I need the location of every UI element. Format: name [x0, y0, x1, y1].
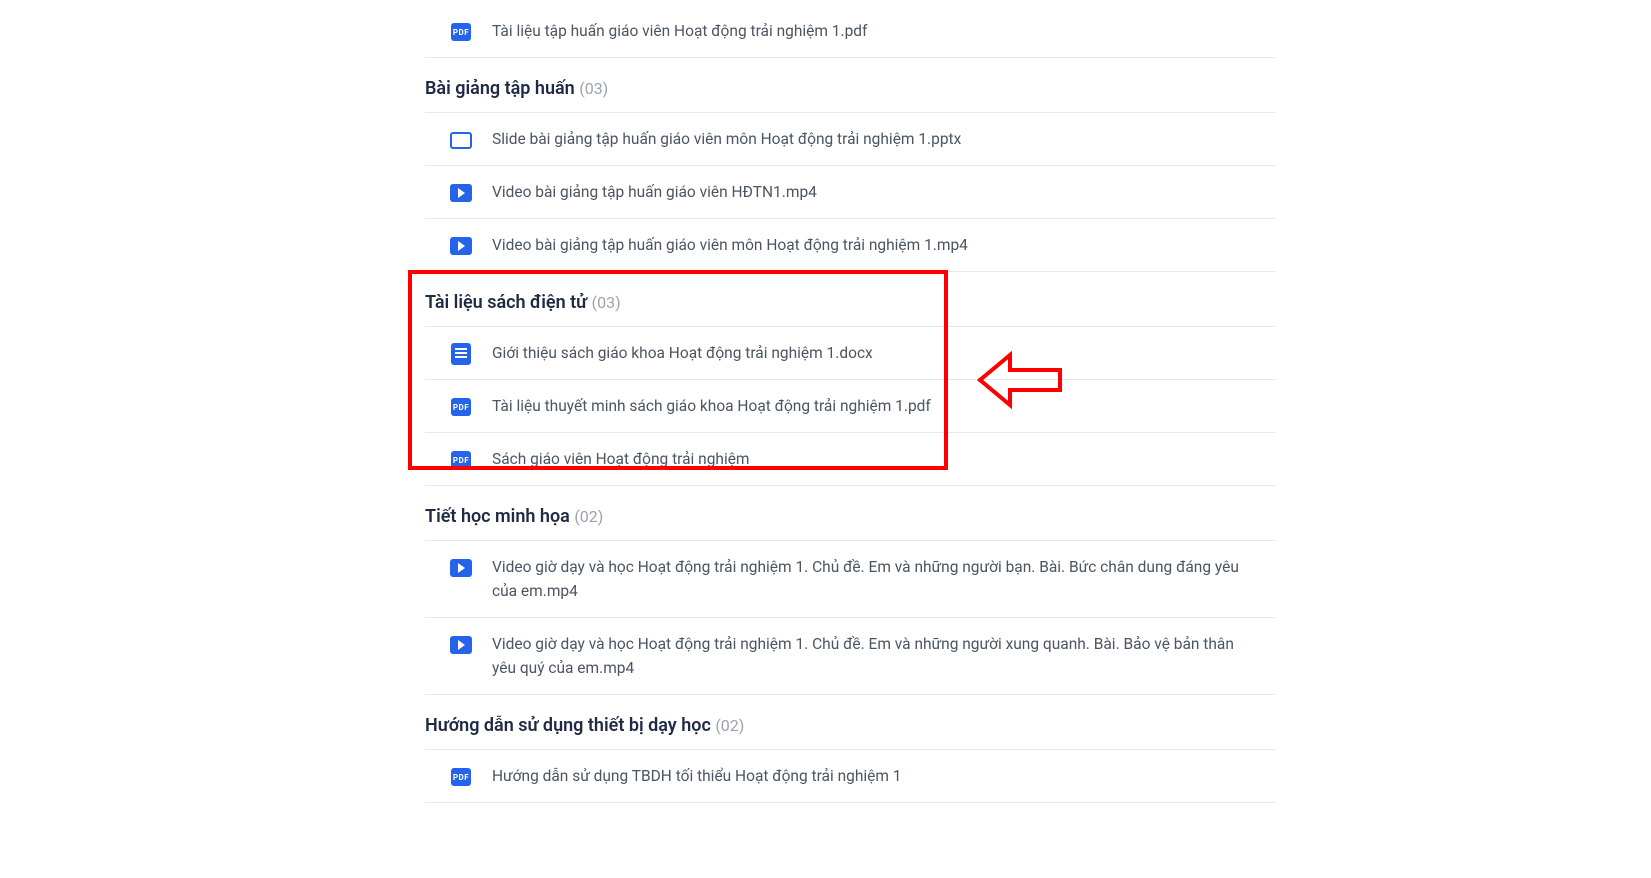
pdf-icon: PDF — [450, 396, 472, 418]
document-list: PDF Tài liệu tập huấn giáo viên Hoạt độn… — [425, 5, 1275, 803]
file-item[interactable]: PDF Tài liệu tập huấn giáo viên Hoạt độn… — [425, 5, 1275, 58]
pdf-icon: PDF — [450, 21, 472, 43]
file-label: Video bài giảng tập huấn giáo viên môn H… — [492, 233, 968, 257]
video-icon — [450, 182, 472, 204]
section-header: Tài liệu sách điện tử (03) — [425, 272, 1275, 327]
section-count: (03) — [592, 293, 621, 312]
file-label: Sách giáo viên Hoạt động trải nghiệm — [492, 447, 750, 471]
section-title-text: Bài giảng tập huấn — [425, 78, 575, 99]
file-item[interactable]: PDF Hướng dẫn sử dụng TBDH tối thiểu Hoạ… — [425, 750, 1275, 803]
file-label: Slide bài giảng tập huấn giáo viên môn H… — [492, 127, 961, 151]
video-icon — [450, 634, 472, 656]
section-count: (02) — [574, 507, 603, 526]
file-item[interactable]: PDF Sách giáo viên Hoạt động trải nghiệm — [425, 433, 1275, 486]
file-label: Tài liệu thuyết minh sách giáo khoa Hoạt… — [492, 394, 931, 418]
file-item[interactable]: Video giờ dạy và học Hoạt động trải nghi… — [425, 541, 1275, 618]
file-item[interactable]: PDF Tài liệu thuyết minh sách giáo khoa … — [425, 380, 1275, 433]
pdf-icon: PDF — [450, 766, 472, 788]
section-title-text: Hướng dẫn sử dụng thiết bị dạy học — [425, 715, 711, 736]
section-title-text: Tài liệu sách điện tử — [425, 292, 587, 313]
section-header: Bài giảng tập huấn (03) — [425, 58, 1275, 113]
file-item[interactable]: Video giờ dạy và học Hoạt động trải nghi… — [425, 618, 1275, 695]
file-item[interactable]: Slide bài giảng tập huấn giáo viên môn H… — [425, 113, 1275, 166]
section-title-text: Tiết học minh họa — [425, 506, 570, 527]
pdf-icon: PDF — [450, 449, 472, 471]
file-label: Video giờ dạy và học Hoạt động trải nghi… — [492, 632, 1260, 680]
doc-icon — [450, 343, 472, 365]
file-label: Video bài giảng tập huấn giáo viên HĐTN1… — [492, 180, 817, 204]
file-item[interactable]: Video bài giảng tập huấn giáo viên HĐTN1… — [425, 166, 1275, 219]
section-count: (03) — [579, 79, 608, 98]
video-icon — [450, 235, 472, 257]
section-header: Hướng dẫn sử dụng thiết bị dạy học (02) — [425, 695, 1275, 750]
file-item[interactable]: Giới thiệu sách giáo khoa Hoạt động trải… — [425, 327, 1275, 380]
video-icon — [450, 557, 472, 579]
file-label: Video giờ dạy và học Hoạt động trải nghi… — [492, 555, 1260, 603]
file-label: Hướng dẫn sử dụng TBDH tối thiểu Hoạt độ… — [492, 764, 902, 788]
file-label: Tài liệu tập huấn giáo viên Hoạt động tr… — [492, 19, 867, 43]
file-label: Giới thiệu sách giáo khoa Hoạt động trải… — [492, 341, 873, 365]
file-item[interactable]: Video bài giảng tập huấn giáo viên môn H… — [425, 219, 1275, 272]
slide-icon — [450, 129, 472, 151]
section-header: Tiết học minh họa (02) — [425, 486, 1275, 541]
section-count: (02) — [715, 716, 744, 735]
